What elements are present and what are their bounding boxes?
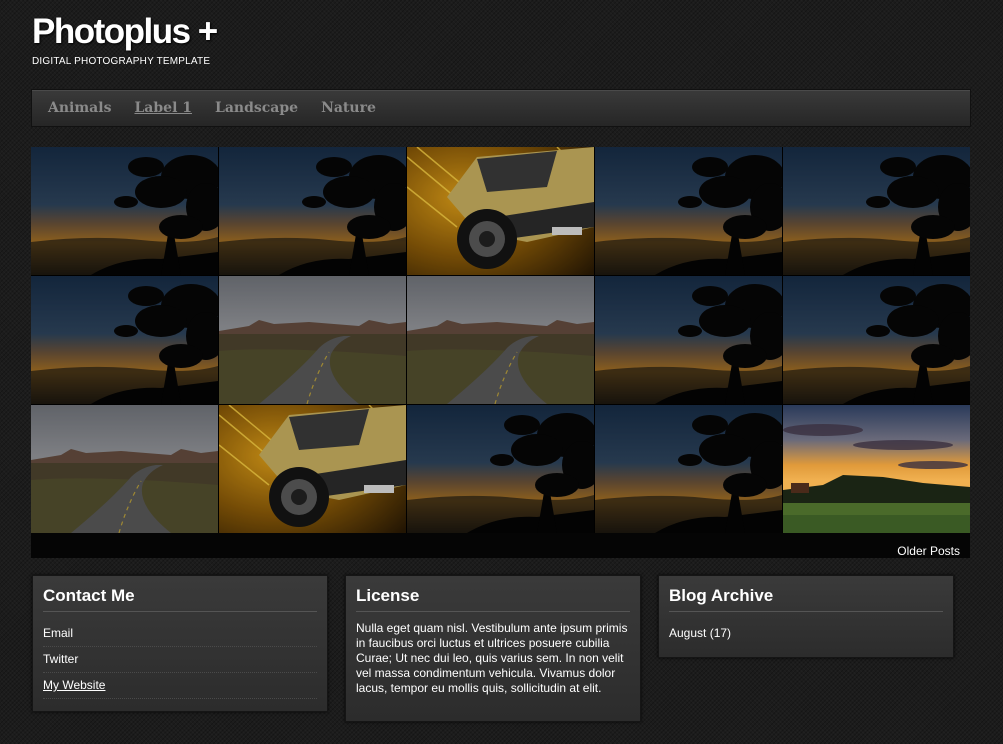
widget-title: Contact Me bbox=[43, 586, 317, 612]
gallery-thumbnail-desert-road[interactable] bbox=[407, 276, 594, 404]
blog-archive-widget: Blog Archive August (17) bbox=[658, 575, 954, 658]
contact-list: Email Twitter My Website bbox=[43, 621, 317, 699]
site-header: Photoplus + DIGITAL PHOTOGRAPHY TEMPLATE bbox=[32, 12, 218, 67]
list-item: Email bbox=[43, 621, 317, 647]
photo-gallery bbox=[31, 147, 970, 533]
twitter-link[interactable]: Twitter bbox=[43, 652, 78, 666]
widget-title: License bbox=[356, 586, 630, 612]
gallery-thumbnail-meadow-sunset[interactable] bbox=[783, 405, 970, 533]
nav-item-nature[interactable]: Nature bbox=[321, 100, 376, 116]
gallery-thumbnail-desert-road[interactable] bbox=[31, 405, 218, 533]
widget-title: Blog Archive bbox=[669, 586, 943, 612]
archive-month-link[interactable]: August (17) bbox=[669, 626, 731, 640]
gallery-thumbnail-tree-sunset[interactable] bbox=[407, 405, 594, 533]
list-item: My Website bbox=[43, 673, 317, 699]
gallery-thumbnail-yellow-truck[interactable] bbox=[219, 405, 406, 533]
gallery-thumbnail-tree-sunset[interactable] bbox=[783, 147, 970, 275]
email-link[interactable]: Email bbox=[43, 626, 73, 640]
gallery-thumbnail-tree-sunset[interactable] bbox=[595, 405, 782, 533]
license-text: Nulla eget quam nisl. Vestibulum ante ip… bbox=[356, 621, 628, 695]
older-posts-link[interactable]: Older Posts bbox=[897, 544, 960, 558]
license-widget: License Nulla eget quam nisl. Vestibulum… bbox=[345, 575, 641, 722]
site-title[interactable]: Photoplus + bbox=[32, 12, 218, 52]
my-website-link[interactable]: My Website bbox=[43, 678, 105, 692]
nav-item-label-1[interactable]: Label 1 bbox=[134, 100, 192, 116]
gallery-thumbnail-desert-road[interactable] bbox=[219, 276, 406, 404]
list-item: Twitter bbox=[43, 647, 317, 673]
blog-pager: Older Posts bbox=[31, 533, 970, 558]
gallery-thumbnail-tree-sunset[interactable] bbox=[595, 147, 782, 275]
list-item: August (17) bbox=[669, 621, 943, 646]
gallery-thumbnail-tree-sunset[interactable] bbox=[783, 276, 970, 404]
site-description: DIGITAL PHOTOGRAPHY TEMPLATE bbox=[32, 56, 211, 67]
gallery-thumbnail-tree-sunset[interactable] bbox=[219, 147, 406, 275]
gallery-thumbnail-tree-sunset[interactable] bbox=[595, 276, 782, 404]
nav-item-animals[interactable]: Animals bbox=[48, 100, 111, 116]
gallery-thumbnail-yellow-truck[interactable] bbox=[407, 147, 594, 275]
gallery-thumbnail-tree-sunset[interactable] bbox=[31, 147, 218, 275]
contact-widget: Contact Me Email Twitter My Website bbox=[32, 575, 328, 712]
nav-item-landscape[interactable]: Landscape bbox=[215, 100, 298, 116]
gallery-thumbnail-tree-sunset[interactable] bbox=[31, 276, 218, 404]
archive-list: August (17) bbox=[669, 621, 943, 646]
label-navigation: Animals Label 1 Landscape Nature bbox=[31, 89, 971, 127]
